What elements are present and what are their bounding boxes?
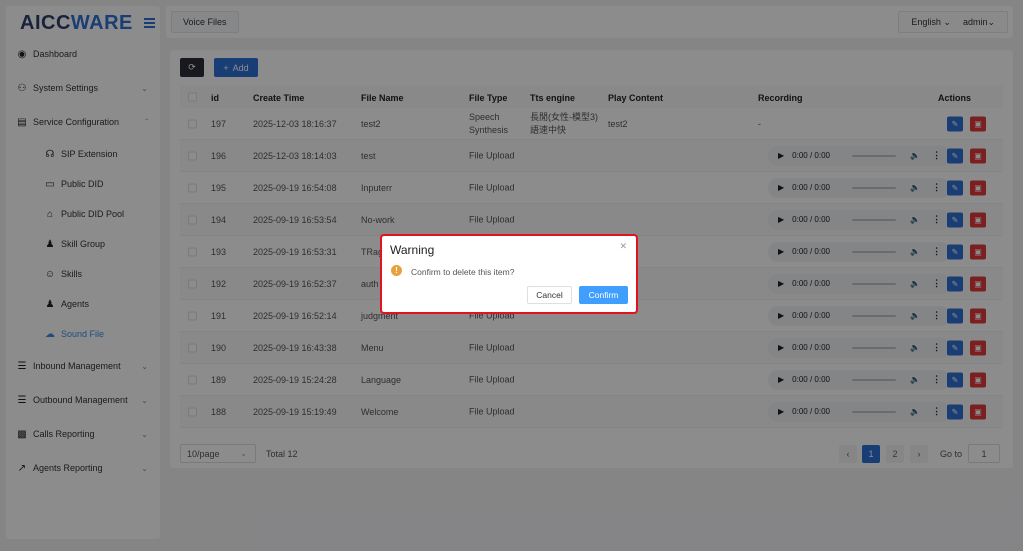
close-icon[interactable]: ✕ <box>619 241 627 252</box>
warning-dialog: Warning ✕ ! Confirm to delete this item?… <box>380 234 638 314</box>
warning-icon: ! <box>391 265 402 276</box>
dialog-title: Warning <box>390 243 435 257</box>
confirm-button[interactable]: Confirm <box>579 286 628 304</box>
app: AICCWARE ◉ Dashboard ⚇ System Settings ⌄… <box>0 0 1023 551</box>
cancel-button[interactable]: Cancel <box>527 286 572 304</box>
dialog-message: Confirm to delete this item? <box>411 267 515 277</box>
